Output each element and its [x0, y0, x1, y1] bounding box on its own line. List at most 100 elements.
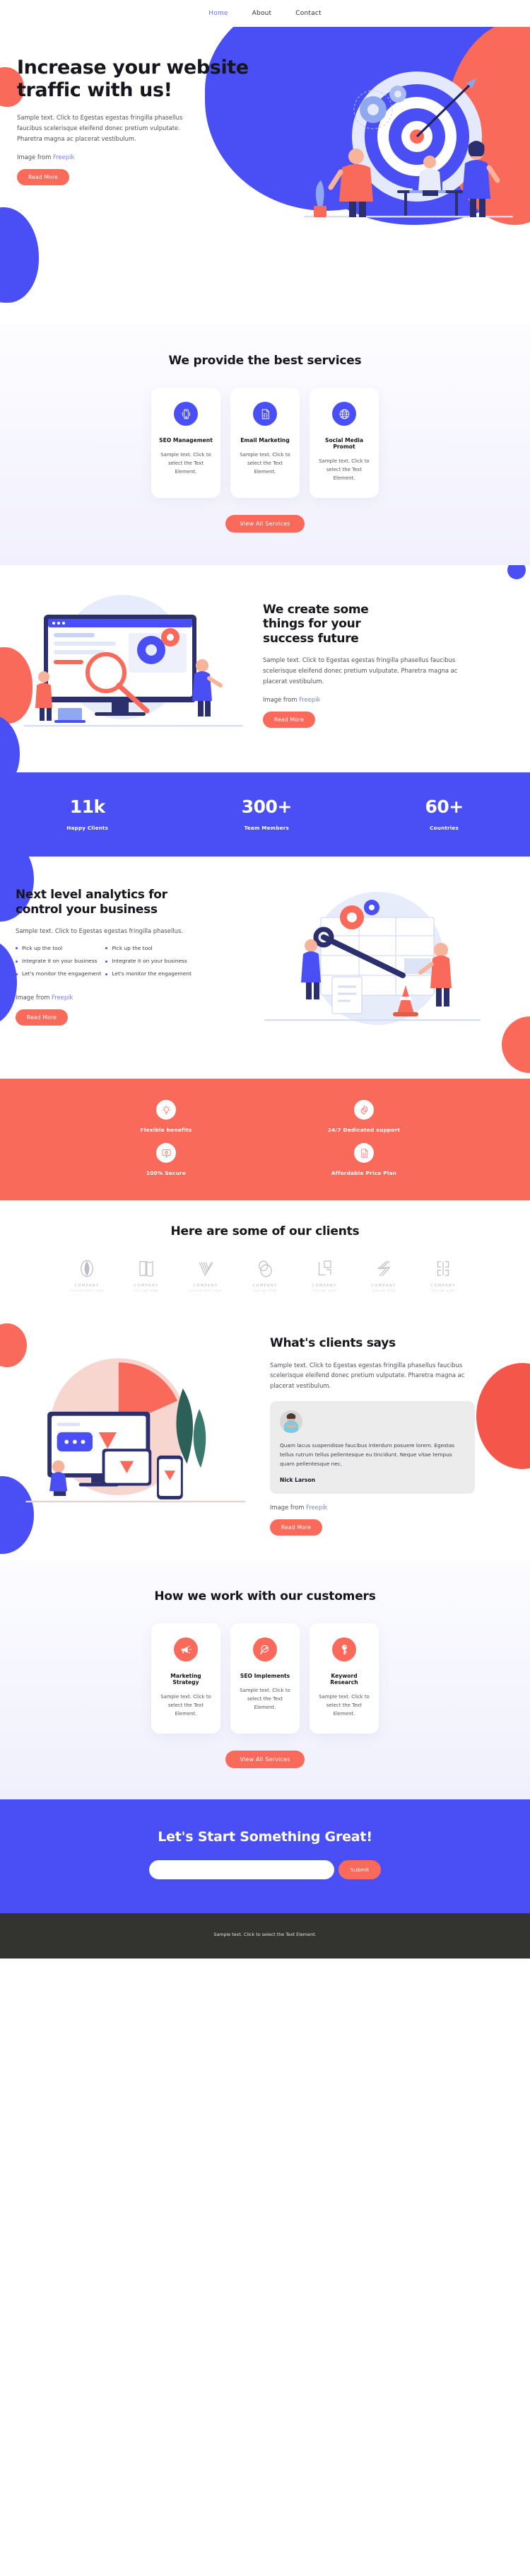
lightbulb-icon: [156, 1100, 176, 1120]
client-logo-tagline: TAGLINE HERE: [431, 1289, 455, 1293]
stat-number: 300+: [241, 796, 293, 818]
hero-image-credit: Image from Freepik: [17, 153, 254, 161]
cta-submit-button[interactable]: Submit: [338, 1860, 382, 1880]
hero-read-more-button[interactable]: Read More: [17, 169, 70, 186]
megaphone-icon: [174, 1637, 198, 1662]
analytics-bullets-right: Pick up the tool Integrate it on your bu…: [105, 945, 192, 984]
client-logo-6: COMPANY TAGLINE HERE: [362, 1257, 406, 1292]
nav-item-about[interactable]: About: [252, 10, 272, 17]
how-we-work-card-list: Marketing Strategy Sample text. Click to…: [0, 1623, 530, 1734]
create-section: We create some things for your success f…: [0, 565, 530, 773]
work-card-title: Marketing Strategy: [170, 1673, 201, 1686]
work-card-marketing-strategy[interactable]: Marketing Strategy Sample text. Click to…: [151, 1623, 220, 1734]
service-card-body: Sample text. Click to select the Text El…: [160, 452, 211, 475]
top-navigation: Home About Contact: [0, 0, 530, 27]
analytics-section: Next level analytics for control your bu…: [0, 857, 530, 1079]
work-card-keyword-research[interactable]: Keyword Research Sample text. Click to s…: [310, 1623, 379, 1734]
testimonial-section: What's clients says Sample text. Click t…: [0, 1321, 530, 1562]
work-card-body: Sample text. Click to select the Text El…: [240, 1688, 290, 1711]
nav-item-home[interactable]: Home: [208, 10, 228, 17]
hero-content: Increase your website traffic with us! S…: [0, 27, 254, 186]
cta-email-input[interactable]: [148, 1860, 334, 1880]
create-illustration: [16, 589, 256, 741]
analytics-bullet-item: Pick up the tool: [105, 945, 191, 952]
client-logo-name: COMPANY: [252, 1284, 278, 1289]
create-credit-link[interactable]: Freepik: [299, 696, 320, 703]
services-title: We provide the best services: [168, 354, 362, 368]
stats-section: 11k Happy Clients 300+ Team Members 60+ …: [0, 772, 530, 857]
client-logo-1: COMPANY TAGLINE GOES HERE: [65, 1257, 109, 1292]
how-we-work-section: How we work with our customers Marketing…: [0, 1561, 530, 1800]
client-logo-name: COMPANY: [371, 1284, 396, 1289]
service-card-social[interactable]: Social Media Promot Sample text. Click t…: [310, 388, 379, 499]
feature-label: Affordable Price Plan: [331, 1170, 397, 1177]
create-content: We create some things for your success f…: [263, 603, 489, 729]
client-logo-4: COMPANY TAGLINE HERE: [243, 1257, 287, 1292]
price-document-icon: [354, 1143, 374, 1164]
hero-title: Increase your website traffic with us!: [17, 57, 249, 101]
client-logo-tagline: TAGLINE GOES HERE: [188, 1289, 223, 1293]
services-card-list: SEO Management Sample text. Click to sel…: [0, 388, 530, 499]
client-logo-7: COMPANY TAGLINE HERE: [421, 1257, 465, 1292]
analytics-bullet-item: Integrate it on your business: [16, 958, 101, 965]
create-blue-dot-decoration: [507, 565, 526, 580]
analytics-image-credit: Image from Freepik: [16, 994, 249, 1001]
client-logo-tagline: TAGLINE HERE: [372, 1289, 396, 1293]
testimonial-read-more-button[interactable]: Read More: [270, 1519, 323, 1536]
service-card-seo[interactable]: SEO Management Sample text. Click to sel…: [151, 388, 220, 499]
analytics-credit-link[interactable]: Freepik: [52, 994, 73, 1001]
testimonial-title: What's clients says: [270, 1336, 396, 1351]
analytics-bullet-item: Let's monitor the engagement: [16, 970, 101, 977]
feature-label: 100% Secure: [146, 1170, 187, 1177]
testimonial-credit-link[interactable]: Freepik: [306, 1504, 327, 1511]
create-title: We create some things for your success f…: [263, 603, 369, 646]
stat-number: 60+: [425, 796, 464, 818]
testimonial-illustration: [16, 1336, 263, 1517]
service-card-email[interactable]: Email Marketing Sample text. Click to se…: [230, 388, 300, 499]
clients-title: Here are some of our clients: [170, 1224, 360, 1239]
analytics-body: Sample text. Click to Egestas egestas fr…: [16, 927, 183, 935]
testimonial-content: What's clients says Sample text. Click t…: [270, 1336, 493, 1536]
feature-dedicated-support: 24/7 Dedicated support: [265, 1100, 463, 1133]
client-logo-name: COMPANY: [134, 1284, 159, 1289]
hero-credit-link[interactable]: Freepik: [53, 153, 74, 161]
avatar: [280, 1410, 302, 1433]
stat-number: 11k: [69, 796, 105, 818]
testimonial-body: Sample text. Click to Egestas egestas fr…: [270, 1361, 465, 1390]
work-card-body: Sample text. Click to select the Text El…: [319, 1694, 370, 1717]
work-card-seo-implements[interactable]: SEO Implements Sample text. Click to sel…: [230, 1623, 300, 1734]
footer-text: Sample text. Click to select the Text El…: [213, 1932, 317, 1938]
clients-logo-list: COMPANY TAGLINE GOES HERE COMPANY TAG LI…: [0, 1257, 530, 1292]
create-read-more-button[interactable]: Read More: [263, 712, 316, 729]
services-section: We provide the best services SEO Managem…: [0, 324, 530, 566]
hero-credit-prefix: Image from: [17, 153, 54, 161]
document-checklist-icon: [253, 402, 277, 426]
feature-affordable-price: Affordable Price Plan: [265, 1143, 463, 1176]
features-grid: Flexible benefits 24/7 Dedicated support: [67, 1100, 463, 1176]
landing-page: Home About Contact Increase your website…: [0, 0, 530, 1959]
analytics-bullet-item: Integrate it on your business: [105, 958, 191, 965]
gear-icon: [354, 1100, 374, 1120]
client-logo-5: COMPANY TAGLINE HERE: [302, 1257, 346, 1292]
stat-label: Team Members: [244, 825, 289, 832]
how-we-work-view-all-button[interactable]: View All Services: [225, 1751, 305, 1769]
page-footer: Sample text. Click to select the Text El…: [0, 1913, 530, 1959]
nav-item-contact[interactable]: Contact: [295, 10, 321, 17]
key-icon: [332, 1637, 356, 1662]
view-all-services-button[interactable]: View All Services: [225, 515, 305, 533]
globe-icon: [332, 402, 356, 426]
analytics-read-more-button[interactable]: Read More: [16, 1009, 69, 1026]
client-logo-3: COMPANY TAGLINE GOES HERE: [184, 1257, 228, 1292]
hero-illustration: [291, 66, 524, 250]
testimonial-quote-text: Quam lacus suspendisse faucibus interdum…: [280, 1441, 455, 1467]
analytics-content: Next level analytics for control your bu…: [16, 885, 249, 1026]
stat-happy-clients: 11k Happy Clients: [66, 796, 108, 831]
feature-secure: 100% Secure: [67, 1143, 265, 1176]
analytics-bullet-item: Let's monitor the engagement: [105, 970, 192, 977]
cta-section: Let's Start Something Great! Submit: [0, 1799, 530, 1914]
service-card-body: Sample text. Click to select the Text El…: [319, 458, 370, 482]
hero-blue-dot-decoration: [0, 207, 39, 303]
analytics-bullet-item: Pick up the tool: [16, 945, 101, 952]
service-card-title: Social Media Promot: [324, 437, 364, 450]
create-credit-prefix: Image from: [263, 696, 300, 704]
